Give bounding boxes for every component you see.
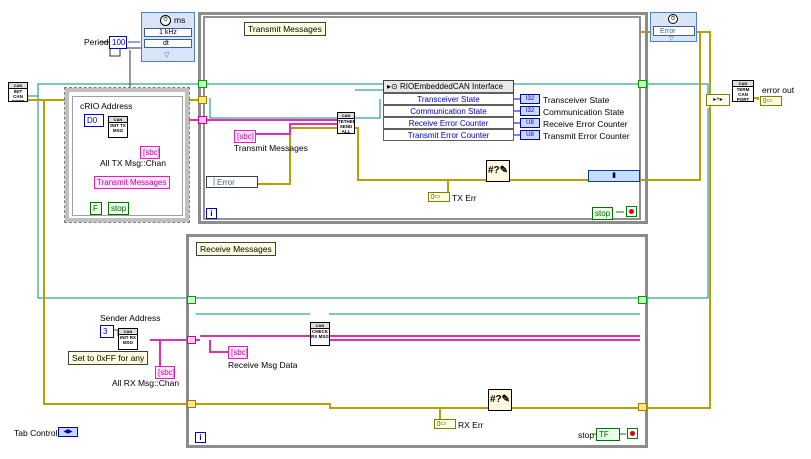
communication-state-label: Communication State <box>543 107 625 117</box>
receive-error-tunnel-left <box>187 400 196 408</box>
receive-error-tunnel-right <box>638 403 647 411</box>
timed-loop-config[interactable]: ⏱ ms 1 kHz dt ▽ <box>141 12 195 62</box>
check-rx-msg-node[interactable]: CAN CHECK RX MSG <box>310 322 330 346</box>
transmit-stop-terminal[interactable] <box>626 206 637 217</box>
transmit-ref-tunnel-left <box>198 80 207 88</box>
clock-icon: ⏱ <box>160 15 171 26</box>
error-expand-icon[interactable]: ▽ <box>669 35 674 42</box>
stop-local-text: stop <box>111 204 127 213</box>
init-can-port-node[interactable]: CAN INIT CAN PORT <box>8 82 28 102</box>
enum-arrow-icon: ▕ <box>209 179 215 186</box>
error-shift-row: Error <box>653 26 695 36</box>
dt-row: dt <box>144 39 192 48</box>
receive-stop-bool[interactable]: TF <box>596 428 620 441</box>
transceiver-state-indicator: I32 <box>520 94 540 104</box>
property-row-transmit-error[interactable]: Transmit Error Counter <box>383 129 514 141</box>
receive-class-tunnel-left <box>187 336 196 344</box>
transmit-messages-control[interactable]: Transmit Messages <box>94 176 170 189</box>
error-out-indicator: ▯▭ <box>760 96 782 106</box>
receive-error-counter-indicator: U8 <box>520 118 540 128</box>
tether-send-all-node[interactable]: CAN TETHER SEND ALL <box>337 112 355 134</box>
transmit-stop-control[interactable]: stop <box>592 207 614 220</box>
dt-label: dt <box>163 40 169 47</box>
stop-local-variable[interactable]: stop <box>108 202 130 215</box>
transmit-error-counter-indicator: U8 <box>520 130 540 140</box>
clock-right-icon: ⏱ <box>668 14 678 24</box>
timing-unit: ms <box>174 15 186 25</box>
transmit-error-counter-label: Transmit Error Counter <box>543 131 630 141</box>
transmit-messages-title: Transmit Messages <box>244 22 326 36</box>
receive-stop-terminal[interactable] <box>627 428 638 439</box>
property-ref-icon: ▸⊙ <box>387 82 398 91</box>
merge-errors-node[interactable]: ▸+▸ <box>706 94 730 106</box>
sender-note: Set to 0xFF for any <box>68 351 149 365</box>
receive-ref-tunnel-left <box>187 296 196 304</box>
top-error-text: Error <box>660 28 676 35</box>
period-label: Period <box>84 37 109 47</box>
timing-rate: 1 kHz <box>159 29 177 36</box>
transceiver-state-label: Transceiver State <box>543 95 610 105</box>
crio-address-constant[interactable]: D0 <box>84 114 104 127</box>
all-rx-chan-label: All RX Msg::Chan <box>112 378 180 388</box>
property-row-receive-error[interactable]: Receive Error Counter <box>383 117 514 129</box>
expand-arrow-icon[interactable]: ▽ <box>164 51 169 59</box>
property-node-header: ▸⊙ RIOEmbeddedCAN Interface <box>384 81 513 93</box>
rx-err-indicator: ▯▭ <box>434 419 456 429</box>
rx-err-label: RX Err <box>458 420 484 430</box>
tab-control-label: Tab Control <box>14 428 58 438</box>
transmit-class-tunnel-left <box>198 116 207 124</box>
receive-error-counter-label: Receive Error Counter <box>543 119 628 129</box>
receive-msg-data-label: Receive Msg Data <box>228 360 298 370</box>
transmit-stop-text: stop <box>595 209 611 218</box>
shift-register-right: ▮ <box>588 170 640 182</box>
rx-error-handler-icon[interactable]: #?✎ <box>488 389 512 411</box>
receive-messages-title: Receive Messages <box>196 242 276 256</box>
transmit-messages-wire-label: Transmit Messages <box>234 143 308 153</box>
receive-while-loop <box>186 234 648 448</box>
transmit-iteration-terminal: i <box>206 208 217 219</box>
sender-address-label: Sender Address <box>100 313 161 323</box>
error-shift-register-box[interactable]: ⏱ Error ▽ <box>650 12 697 42</box>
receive-ref-tunnel-right <box>638 296 647 304</box>
transmit-messages-terminal: [sbc] <box>234 130 256 143</box>
property-node-title: RIOEmbeddedCAN Interface <box>399 82 504 91</box>
crio-address-label: cRIO Address <box>80 101 133 111</box>
init-rx-msg-node[interactable]: CAN INIT RX MSG <box>118 328 138 350</box>
transmit-ref-tunnel-right <box>638 80 647 88</box>
receive-stop-label: stop <box>578 430 595 440</box>
property-row-transceiver[interactable]: Transceiver State <box>383 93 514 105</box>
receive-msg-data-indicator: [sbc] <box>228 346 248 359</box>
all-tx-chan-label: All TX Msg::Chan <box>100 158 166 168</box>
receive-iteration-terminal: i <box>195 432 206 443</box>
tab-control-terminal[interactable]: ◀▶ <box>58 427 78 437</box>
timing-source-row: 1 kHz <box>144 28 192 37</box>
period-constant[interactable]: 100 <box>109 36 127 49</box>
property-row-communication[interactable]: Communication State <box>383 105 514 117</box>
false-constant[interactable]: F <box>90 202 102 215</box>
transmit-messages-control-text: Transmit Messages <box>97 178 167 187</box>
error-out-label: error out <box>762 85 795 95</box>
error-enum-text: Error <box>217 178 235 187</box>
tx-err-indicator: ▯▭ <box>428 192 450 202</box>
error-enum-dropdown[interactable]: ▕ Error <box>206 176 258 188</box>
transmit-error-tunnel-left <box>198 96 207 104</box>
sender-address-constant[interactable]: 3 <box>100 325 114 338</box>
init-tx-msg-node[interactable]: CAN INIT TX MSG <box>108 116 128 138</box>
tx-err-label: TX Err <box>452 193 477 203</box>
simple-error-handler-icon[interactable]: #?✎ <box>486 160 510 182</box>
communication-state-indicator: I32 <box>520 106 540 116</box>
term-can-port-node[interactable]: CAN TERM CAN PORT <box>732 80 754 102</box>
